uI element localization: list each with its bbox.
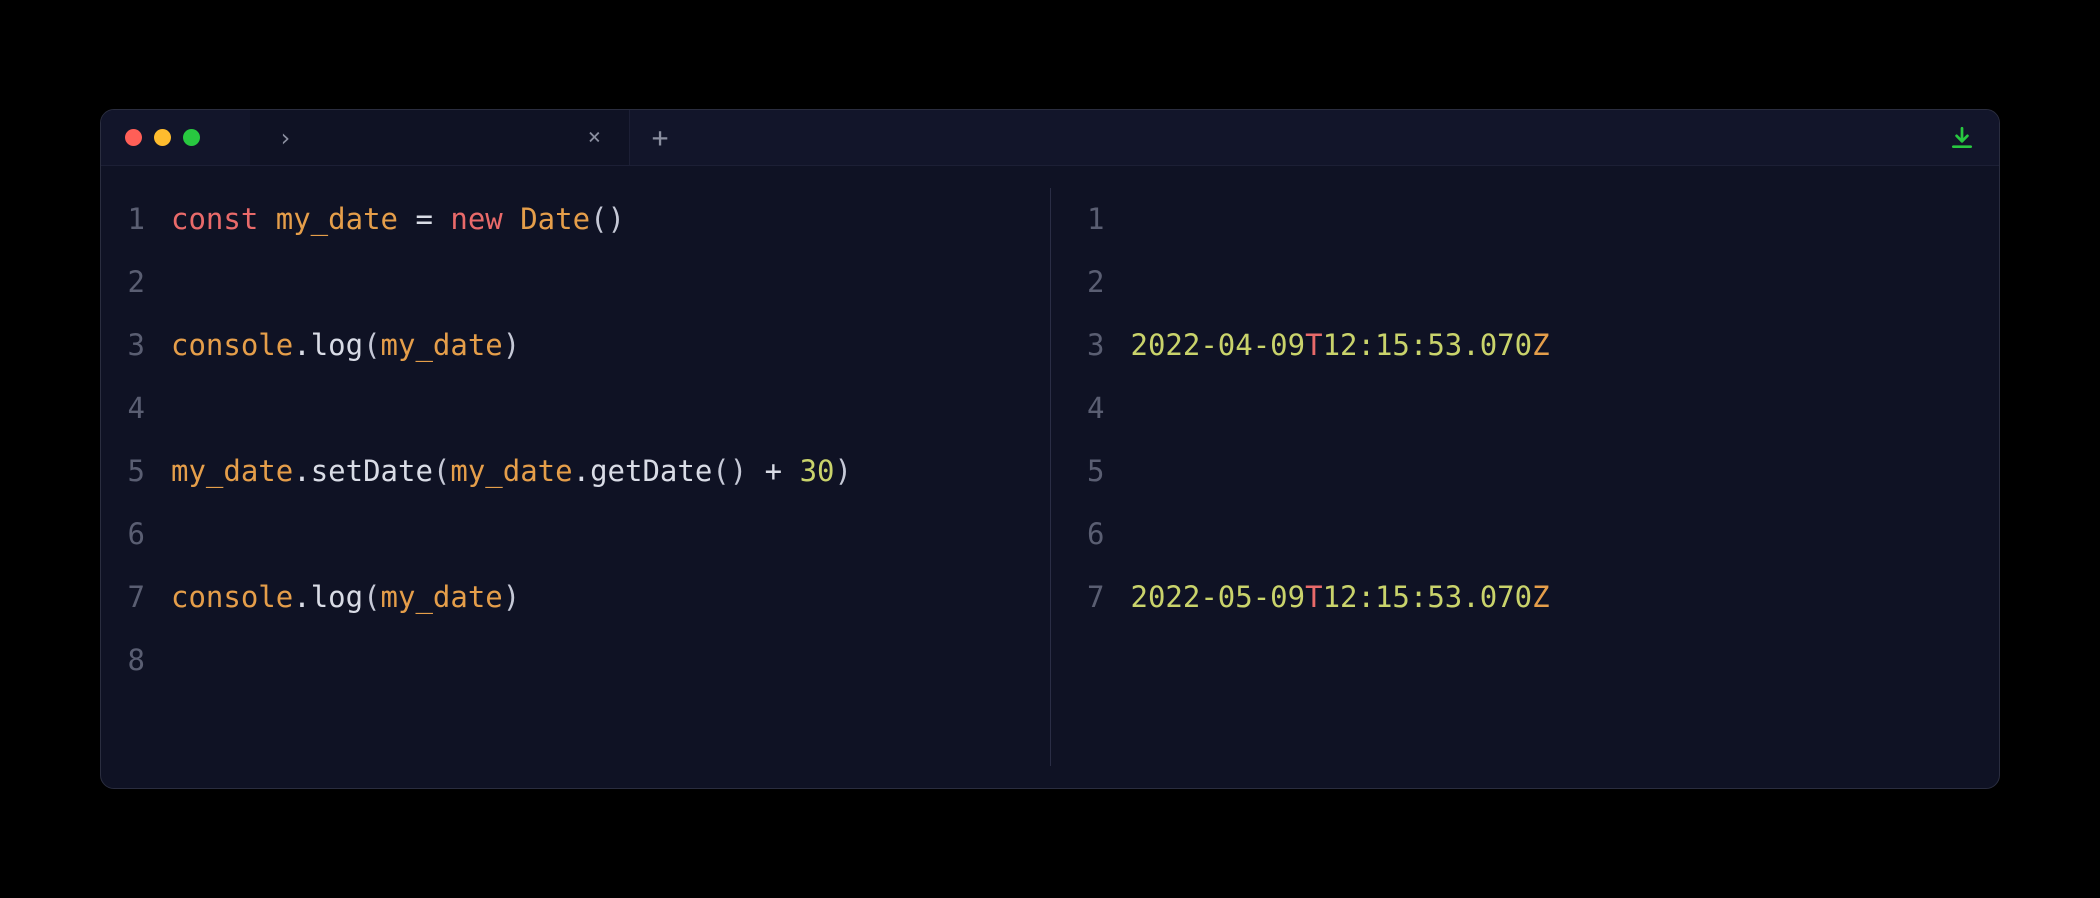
line-number: 7 <box>101 566 145 629</box>
code-line <box>171 377 1050 440</box>
line-number: 4 <box>101 377 145 440</box>
code-line: console.log(my_date) <box>171 314 1050 377</box>
code-content-left[interactable]: const my_date = new Date() console.log(m… <box>161 188 1050 766</box>
titlebar: › × + <box>101 110 1999 166</box>
code-line: console.log(my_date) <box>171 566 1050 629</box>
dot-token: . <box>293 328 310 362</box>
output-line <box>1131 377 2000 440</box>
method-token: log <box>311 328 363 362</box>
output-line: 2022-04-09T12:15:53.070Z <box>1131 314 2000 377</box>
line-number: 3 <box>101 314 145 377</box>
method-token: setDate <box>311 454 433 488</box>
line-gutter-right: 1 2 3 4 5 6 7 <box>1051 188 1121 766</box>
operator-token: + <box>747 454 799 488</box>
line-number: 8 <box>101 629 145 692</box>
variable-token: my_date <box>276 202 398 236</box>
variable-token: my_date <box>381 328 503 362</box>
operator-token: = <box>398 202 450 236</box>
paren-token: ( <box>363 580 380 614</box>
maximize-window-button[interactable] <box>183 129 200 146</box>
paren-token: ) <box>503 328 520 362</box>
date-token: 2022-04-09 <box>1131 328 1306 362</box>
download-button[interactable] <box>1949 125 1975 151</box>
line-number: 1 <box>1065 188 1105 251</box>
tab-title: › <box>278 124 292 152</box>
line-number: 6 <box>1065 503 1105 566</box>
tab-active[interactable]: › × <box>250 110 630 165</box>
output-line <box>1131 440 2000 503</box>
paren-token: ( <box>363 328 380 362</box>
output-line <box>1131 503 2000 566</box>
output-line: 2022-05-09T12:15:53.070Z <box>1131 566 2000 629</box>
paren-token: ) <box>503 580 520 614</box>
t-token: T <box>1305 328 1322 362</box>
editor-area: 1 2 3 4 5 6 7 8 const my_date = new Date… <box>101 166 1999 788</box>
paren-token: ( <box>433 454 450 488</box>
code-line: const my_date = new Date() <box>171 188 1050 251</box>
code-line <box>171 503 1050 566</box>
line-number: 2 <box>101 251 145 314</box>
line-number: 7 <box>1065 566 1105 629</box>
line-number: 3 <box>1065 314 1105 377</box>
method-token: getDate <box>590 454 712 488</box>
close-tab-icon[interactable]: × <box>588 125 601 150</box>
line-number: 4 <box>1065 377 1105 440</box>
line-number: 2 <box>1065 251 1105 314</box>
tabs: › × + <box>250 110 690 165</box>
keyword-token: new <box>450 202 520 236</box>
output-line <box>1131 188 2000 251</box>
object-token: console <box>171 328 293 362</box>
t-token: T <box>1305 580 1322 614</box>
code-line <box>171 629 1050 692</box>
minimize-window-button[interactable] <box>154 129 171 146</box>
editor-window: › × + 1 2 3 4 5 6 7 <box>100 109 2000 789</box>
code-line: my_date.setDate(my_date.getDate() + 30) <box>171 440 1050 503</box>
z-token: Z <box>1532 328 1549 362</box>
class-token: Date <box>520 202 590 236</box>
number-token: 30 <box>800 454 835 488</box>
line-number: 6 <box>101 503 145 566</box>
paren-token: ) <box>835 454 852 488</box>
time-token: 12:15:53.070 <box>1323 580 1533 614</box>
dot-token: . <box>573 454 590 488</box>
keyword-token: const <box>171 202 276 236</box>
close-window-button[interactable] <box>125 129 142 146</box>
code-line <box>171 251 1050 314</box>
new-tab-button[interactable]: + <box>630 110 690 165</box>
traffic-lights <box>101 129 200 146</box>
output-content-right[interactable]: 2022-04-09T12:15:53.070Z 2022-05-09T12:1… <box>1121 188 2000 766</box>
output-line <box>1131 251 2000 314</box>
object-token: console <box>171 580 293 614</box>
plus-icon: + <box>652 121 669 154</box>
method-token: log <box>311 580 363 614</box>
date-token: 2022-05-09 <box>1131 580 1306 614</box>
paren-token: () <box>590 202 625 236</box>
line-gutter-left: 1 2 3 4 5 6 7 8 <box>101 188 161 766</box>
line-number: 1 <box>101 188 145 251</box>
dot-token: . <box>293 580 310 614</box>
download-icon <box>1949 125 1975 151</box>
paren-token: () <box>712 454 747 488</box>
variable-token: my_date <box>381 580 503 614</box>
object-token: my_date <box>171 454 293 488</box>
variable-token: my_date <box>450 454 572 488</box>
output-pane[interactable]: 1 2 3 4 5 6 7 2022-04-09T12:15:53.070Z 2… <box>1051 188 2000 766</box>
z-token: Z <box>1532 580 1549 614</box>
time-token: 12:15:53.070 <box>1323 328 1533 362</box>
line-number: 5 <box>1065 440 1105 503</box>
line-number: 5 <box>101 440 145 503</box>
code-pane[interactable]: 1 2 3 4 5 6 7 8 const my_date = new Date… <box>101 188 1051 766</box>
dot-token: . <box>293 454 310 488</box>
